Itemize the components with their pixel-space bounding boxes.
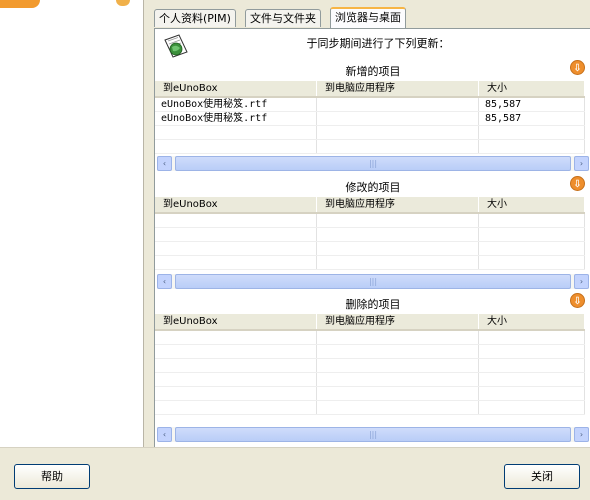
scroll-thumb[interactable]: ||| <box>175 274 571 289</box>
deleted-hscrollbar[interactable]: ‹ ||| › <box>157 427 589 442</box>
added-grid-body: eUnoBox使用秘笈.rtf 85,587 eUnoBox使用秘笈.rtf 8… <box>155 98 585 154</box>
cell-size: 85,587 <box>479 98 585 111</box>
table-row[interactable]: eUnoBox使用秘笈.rtf 85,587 <box>155 112 585 126</box>
modified-grid-header: 到eUnoBox 到电脑应用程序 大小 <box>155 197 585 214</box>
modified-expand-icon[interactable]: ⇩ <box>570 176 585 191</box>
table-row <box>155 359 585 373</box>
panel-gutter <box>144 0 154 447</box>
table-row <box>155 256 585 270</box>
cell-size: 85,587 <box>479 112 585 125</box>
tab-browser-desktop[interactable]: 浏览器与桌面 <box>330 7 406 29</box>
scroll-right-button[interactable]: › <box>574 274 589 289</box>
logo-fragment-2 <box>116 0 130 6</box>
table-row <box>155 140 585 154</box>
left-panel <box>0 0 144 447</box>
added-expand-icon[interactable]: ⇩ <box>570 60 585 75</box>
added-items-grid: 到eUnoBox 到电脑应用程序 大小 eUnoBox使用秘笈.rtf 85,5… <box>155 81 590 154</box>
table-row <box>155 373 585 387</box>
added-hscrollbar[interactable]: ‹ ||| › <box>157 156 589 171</box>
tab-pim[interactable]: 个人资料(PIM) <box>154 9 236 27</box>
deleted-expand-icon[interactable]: ⇩ <box>570 293 585 308</box>
column-header-size[interactable]: 大小 <box>479 81 585 96</box>
table-row <box>155 242 585 256</box>
scroll-thumb[interactable]: ||| <box>175 156 571 171</box>
sync-summary-label: 于同步期间进行了下列更新： <box>306 37 450 50</box>
table-row <box>155 401 585 415</box>
table-row <box>155 228 585 242</box>
tab-files-folders[interactable]: 文件与文件夹 <box>245 9 321 27</box>
scroll-left-button[interactable]: ‹ <box>157 274 172 289</box>
modified-grid-body <box>155 214 585 270</box>
table-row <box>155 126 585 140</box>
dialog-button-bar: 帮助 关闭 <box>0 447 590 500</box>
cell-to-pc <box>317 112 479 125</box>
deleted-grid-header: 到eUnoBox 到电脑应用程序 大小 <box>155 314 585 331</box>
sync-report-panel: 于同步期间进行了下列更新： 新增的项目 ⇩ 到eUnoBox 到电脑应用程序 大… <box>154 28 590 448</box>
help-button[interactable]: 帮助 <box>14 464 90 489</box>
logo-fragment <box>0 0 40 8</box>
deleted-items-grid: 到eUnoBox 到电脑应用程序 大小 <box>155 314 590 424</box>
modified-hscrollbar[interactable]: ‹ ||| › <box>157 274 589 289</box>
column-header-size[interactable]: 大小 <box>479 314 585 329</box>
scroll-left-button[interactable]: ‹ <box>157 427 172 442</box>
column-header-to-box[interactable]: 到eUnoBox <box>155 81 317 96</box>
table-row <box>155 345 585 359</box>
column-header-to-box[interactable]: 到eUnoBox <box>155 197 317 212</box>
scroll-left-button[interactable]: ‹ <box>157 156 172 171</box>
scroll-right-button[interactable]: › <box>574 427 589 442</box>
column-header-to-pc[interactable]: 到电脑应用程序 <box>317 81 479 96</box>
table-row <box>155 214 585 228</box>
column-header-to-pc[interactable]: 到电脑应用程序 <box>317 197 479 212</box>
column-header-size[interactable]: 大小 <box>479 197 585 212</box>
cell-to-box: eUnoBox使用秘笈.rtf <box>155 98 317 111</box>
cell-to-box: eUnoBox使用秘笈.rtf <box>155 112 317 125</box>
table-row <box>155 387 585 401</box>
deleted-grid-body <box>155 331 585 415</box>
close-button[interactable]: 关闭 <box>504 464 580 489</box>
scroll-right-button[interactable]: › <box>574 156 589 171</box>
table-row <box>155 331 585 345</box>
column-header-to-box[interactable]: 到eUnoBox <box>155 314 317 329</box>
added-grid-header: 到eUnoBox 到电脑应用程序 大小 <box>155 81 585 98</box>
table-row[interactable]: eUnoBox使用秘笈.rtf 85,587 <box>155 98 585 112</box>
cell-to-pc <box>317 98 479 111</box>
added-items-title: 新增的项目 <box>345 65 401 78</box>
scroll-thumb[interactable]: ||| <box>175 427 571 442</box>
column-header-to-pc[interactable]: 到电脑应用程序 <box>317 314 479 329</box>
sync-summary-text: 于同步期间进行了下列更新： <box>155 35 590 51</box>
modified-items-title: 修改的项目 <box>345 181 401 194</box>
deleted-items-title: 删除的项目 <box>345 298 401 311</box>
modified-items-grid: 到eUnoBox 到电脑应用程序 大小 <box>155 197 590 271</box>
